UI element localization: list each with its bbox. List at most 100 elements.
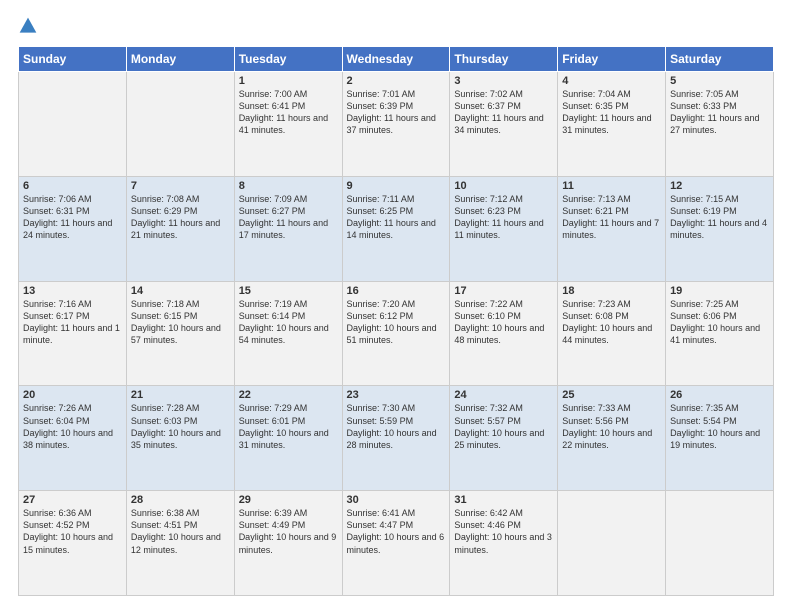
day-cell: 5 Sunrise: 7:05 AMSunset: 6:33 PMDayligh…	[666, 72, 774, 177]
day-cell	[126, 72, 234, 177]
day-info: Sunrise: 7:22 AMSunset: 6:10 PMDaylight:…	[454, 298, 553, 347]
day-cell: 25 Sunrise: 7:33 AMSunset: 5:56 PMDaylig…	[558, 386, 666, 491]
day-info: Sunrise: 7:08 AMSunset: 6:29 PMDaylight:…	[131, 193, 230, 242]
day-cell: 3 Sunrise: 7:02 AMSunset: 6:37 PMDayligh…	[450, 72, 558, 177]
day-number: 18	[562, 285, 661, 297]
weekday-header-sunday: Sunday	[19, 47, 127, 72]
day-cell: 27 Sunrise: 6:36 AMSunset: 4:52 PMDaylig…	[19, 491, 127, 596]
day-cell: 4 Sunrise: 7:04 AMSunset: 6:35 PMDayligh…	[558, 72, 666, 177]
day-number: 20	[23, 389, 122, 401]
day-info: Sunrise: 7:30 AMSunset: 5:59 PMDaylight:…	[347, 402, 446, 451]
day-info: Sunrise: 7:35 AMSunset: 5:54 PMDaylight:…	[670, 402, 769, 451]
day-number: 14	[131, 285, 230, 297]
day-cell: 11 Sunrise: 7:13 AMSunset: 6:21 PMDaylig…	[558, 176, 666, 281]
day-number: 10	[454, 180, 553, 192]
day-cell: 28 Sunrise: 6:38 AMSunset: 4:51 PMDaylig…	[126, 491, 234, 596]
day-info: Sunrise: 7:11 AMSunset: 6:25 PMDaylight:…	[347, 193, 446, 242]
day-cell: 15 Sunrise: 7:19 AMSunset: 6:14 PMDaylig…	[234, 281, 342, 386]
day-cell: 21 Sunrise: 7:28 AMSunset: 6:03 PMDaylig…	[126, 386, 234, 491]
day-info: Sunrise: 7:06 AMSunset: 6:31 PMDaylight:…	[23, 193, 122, 242]
day-cell: 22 Sunrise: 7:29 AMSunset: 6:01 PMDaylig…	[234, 386, 342, 491]
weekday-header-thursday: Thursday	[450, 47, 558, 72]
header	[18, 16, 774, 36]
weekday-header-saturday: Saturday	[666, 47, 774, 72]
day-info: Sunrise: 7:00 AMSunset: 6:41 PMDaylight:…	[239, 88, 338, 137]
day-cell: 24 Sunrise: 7:32 AMSunset: 5:57 PMDaylig…	[450, 386, 558, 491]
day-info: Sunrise: 7:02 AMSunset: 6:37 PMDaylight:…	[454, 88, 553, 137]
day-info: Sunrise: 7:28 AMSunset: 6:03 PMDaylight:…	[131, 402, 230, 451]
day-cell: 29 Sunrise: 6:39 AMSunset: 4:49 PMDaylig…	[234, 491, 342, 596]
day-number: 16	[347, 285, 446, 297]
day-info: Sunrise: 7:13 AMSunset: 6:21 PMDaylight:…	[562, 193, 661, 242]
day-info: Sunrise: 6:41 AMSunset: 4:47 PMDaylight:…	[347, 507, 446, 556]
day-number: 4	[562, 75, 661, 87]
day-number: 25	[562, 389, 661, 401]
day-number: 31	[454, 494, 553, 506]
day-cell: 26 Sunrise: 7:35 AMSunset: 5:54 PMDaylig…	[666, 386, 774, 491]
day-number: 17	[454, 285, 553, 297]
weekday-header-tuesday: Tuesday	[234, 47, 342, 72]
day-number: 24	[454, 389, 553, 401]
day-info: Sunrise: 7:25 AMSunset: 6:06 PMDaylight:…	[670, 298, 769, 347]
day-cell: 2 Sunrise: 7:01 AMSunset: 6:39 PMDayligh…	[342, 72, 450, 177]
day-info: Sunrise: 7:20 AMSunset: 6:12 PMDaylight:…	[347, 298, 446, 347]
day-cell: 20 Sunrise: 7:26 AMSunset: 6:04 PMDaylig…	[19, 386, 127, 491]
weekday-header-friday: Friday	[558, 47, 666, 72]
week-row-5: 27 Sunrise: 6:36 AMSunset: 4:52 PMDaylig…	[19, 491, 774, 596]
day-number: 8	[239, 180, 338, 192]
day-number: 26	[670, 389, 769, 401]
day-cell: 9 Sunrise: 7:11 AMSunset: 6:25 PMDayligh…	[342, 176, 450, 281]
weekday-header-monday: Monday	[126, 47, 234, 72]
day-number: 6	[23, 180, 122, 192]
day-cell: 16 Sunrise: 7:20 AMSunset: 6:12 PMDaylig…	[342, 281, 450, 386]
day-info: Sunrise: 6:36 AMSunset: 4:52 PMDaylight:…	[23, 507, 122, 556]
day-cell	[666, 491, 774, 596]
day-cell: 13 Sunrise: 7:16 AMSunset: 6:17 PMDaylig…	[19, 281, 127, 386]
day-info: Sunrise: 6:38 AMSunset: 4:51 PMDaylight:…	[131, 507, 230, 556]
week-row-4: 20 Sunrise: 7:26 AMSunset: 6:04 PMDaylig…	[19, 386, 774, 491]
day-number: 5	[670, 75, 769, 87]
day-info: Sunrise: 7:19 AMSunset: 6:14 PMDaylight:…	[239, 298, 338, 347]
day-number: 13	[23, 285, 122, 297]
day-number: 11	[562, 180, 661, 192]
day-info: Sunrise: 7:33 AMSunset: 5:56 PMDaylight:…	[562, 402, 661, 451]
day-info: Sunrise: 7:16 AMSunset: 6:17 PMDaylight:…	[23, 298, 122, 347]
week-row-2: 6 Sunrise: 7:06 AMSunset: 6:31 PMDayligh…	[19, 176, 774, 281]
day-info: Sunrise: 7:29 AMSunset: 6:01 PMDaylight:…	[239, 402, 338, 451]
logo	[18, 16, 40, 36]
day-info: Sunrise: 6:42 AMSunset: 4:46 PMDaylight:…	[454, 507, 553, 556]
day-cell: 30 Sunrise: 6:41 AMSunset: 4:47 PMDaylig…	[342, 491, 450, 596]
day-cell: 17 Sunrise: 7:22 AMSunset: 6:10 PMDaylig…	[450, 281, 558, 386]
day-info: Sunrise: 7:18 AMSunset: 6:15 PMDaylight:…	[131, 298, 230, 347]
day-info: Sunrise: 7:15 AMSunset: 6:19 PMDaylight:…	[670, 193, 769, 242]
day-number: 12	[670, 180, 769, 192]
day-cell: 23 Sunrise: 7:30 AMSunset: 5:59 PMDaylig…	[342, 386, 450, 491]
page: SundayMondayTuesdayWednesdayThursdayFrid…	[0, 0, 792, 612]
day-info: Sunrise: 7:01 AMSunset: 6:39 PMDaylight:…	[347, 88, 446, 137]
day-number: 19	[670, 285, 769, 297]
weekday-header-row: SundayMondayTuesdayWednesdayThursdayFrid…	[19, 47, 774, 72]
day-number: 7	[131, 180, 230, 192]
day-number: 28	[131, 494, 230, 506]
day-cell: 18 Sunrise: 7:23 AMSunset: 6:08 PMDaylig…	[558, 281, 666, 386]
day-cell	[558, 491, 666, 596]
day-number: 22	[239, 389, 338, 401]
day-number: 27	[23, 494, 122, 506]
day-cell: 31 Sunrise: 6:42 AMSunset: 4:46 PMDaylig…	[450, 491, 558, 596]
day-info: Sunrise: 7:09 AMSunset: 6:27 PMDaylight:…	[239, 193, 338, 242]
week-row-3: 13 Sunrise: 7:16 AMSunset: 6:17 PMDaylig…	[19, 281, 774, 386]
day-cell: 19 Sunrise: 7:25 AMSunset: 6:06 PMDaylig…	[666, 281, 774, 386]
day-number: 29	[239, 494, 338, 506]
day-number: 2	[347, 75, 446, 87]
day-number: 21	[131, 389, 230, 401]
weekday-header-wednesday: Wednesday	[342, 47, 450, 72]
day-cell: 7 Sunrise: 7:08 AMSunset: 6:29 PMDayligh…	[126, 176, 234, 281]
day-info: Sunrise: 7:23 AMSunset: 6:08 PMDaylight:…	[562, 298, 661, 347]
day-cell: 8 Sunrise: 7:09 AMSunset: 6:27 PMDayligh…	[234, 176, 342, 281]
day-info: Sunrise: 7:04 AMSunset: 6:35 PMDaylight:…	[562, 88, 661, 137]
day-cell: 14 Sunrise: 7:18 AMSunset: 6:15 PMDaylig…	[126, 281, 234, 386]
day-info: Sunrise: 7:12 AMSunset: 6:23 PMDaylight:…	[454, 193, 553, 242]
day-number: 23	[347, 389, 446, 401]
day-cell: 1 Sunrise: 7:00 AMSunset: 6:41 PMDayligh…	[234, 72, 342, 177]
week-row-1: 1 Sunrise: 7:00 AMSunset: 6:41 PMDayligh…	[19, 72, 774, 177]
